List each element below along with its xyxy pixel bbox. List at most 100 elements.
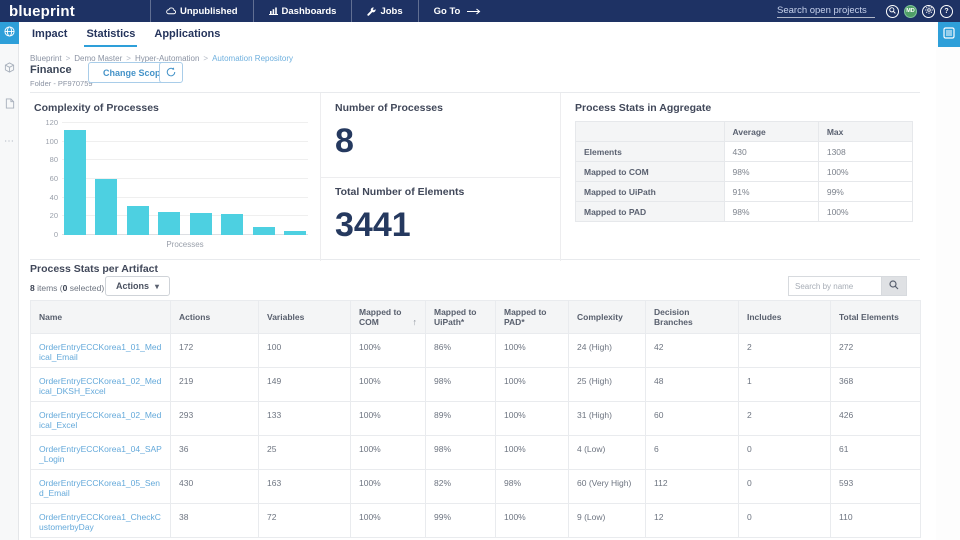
actions-button[interactable]: Actions ▾ [105, 276, 170, 296]
process-link[interactable]: OrderEntryECCKorea1_02_Medical_DKSH_Exce… [39, 376, 161, 396]
tab-applications[interactable]: Applications [152, 25, 222, 47]
right-rail [936, 22, 960, 540]
chart-bar [158, 212, 180, 235]
tab-statistics[interactable]: Statistics [84, 25, 137, 47]
main-content: Impact Statistics Applications Blueprint… [19, 22, 934, 540]
aggregate-max-value: 1308 [818, 142, 912, 162]
column-header-actions[interactable]: Actions [171, 301, 259, 334]
refresh-button[interactable] [159, 62, 183, 83]
nav-jobs[interactable]: Jobs [351, 0, 417, 22]
value-cell: 430 [171, 470, 259, 504]
value-cell: 31 (High) [569, 402, 646, 436]
nav-right: Search open projects MD ? [777, 0, 953, 22]
value-cell: 272 [831, 334, 921, 368]
nav-dashboards[interactable]: Dashboards [253, 0, 352, 22]
value-cell: 38 [171, 504, 259, 538]
column-header-decision-branches[interactable]: Decision Branches [646, 301, 739, 334]
chart-x-axis-label: Processes [62, 240, 308, 249]
process-name-cell: OrderEntryECCKorea1_01_Medical_Email [31, 334, 171, 368]
chevron-down-icon: ▾ [155, 282, 159, 291]
value-cell: 219 [171, 368, 259, 402]
chart-y-tick-label: 20 [34, 211, 58, 220]
process-link[interactable]: OrderEntryECCKorea1_04_SAP_Login [39, 444, 162, 464]
table-row: OrderEntryECCKorea1_04_SAP_Login3625100%… [31, 436, 921, 470]
complexity-chart-plot: 020406080100120 [62, 123, 308, 235]
more-icon: ⋯ [4, 136, 15, 147]
breadcrumb-separator: > [66, 54, 71, 63]
column-header-name[interactable]: Name [31, 301, 171, 334]
app-logo[interactable]: blueprint [9, 3, 75, 20]
value-cell: 60 (Very High) [569, 470, 646, 504]
search-icon [889, 7, 896, 16]
sidebar-item-documents[interactable] [0, 94, 19, 116]
value-cell: 86% [426, 334, 496, 368]
breadcrumb-item-current[interactable]: Automation Repository [212, 54, 293, 63]
aggregate-max-value: 100% [818, 202, 912, 222]
aggregate-col-header: Average [724, 122, 818, 142]
divider [321, 177, 561, 178]
aggregate-max-value: 99% [818, 182, 912, 202]
aggregate-row-label: Mapped to PAD [576, 202, 725, 222]
nav-go-to[interactable]: Go To [418, 0, 497, 22]
search-by-name-input[interactable] [788, 276, 881, 296]
column-header-complexity[interactable]: Complexity [569, 301, 646, 334]
settings-button[interactable] [922, 5, 935, 18]
sidebar-item-explore[interactable] [0, 22, 19, 44]
process-link[interactable]: OrderEntryECCKorea1_CheckCustomerbyDay [39, 512, 161, 532]
search-icon [889, 277, 899, 295]
chart-bar [190, 213, 212, 235]
breadcrumb-item[interactable]: Blueprint [30, 54, 62, 63]
actions-button-label: Actions [116, 281, 149, 291]
breadcrumb-separator: > [203, 54, 208, 63]
process-name-cell: OrderEntryECCKorea1_CheckCustomerbyDay [31, 504, 171, 538]
value-cell: 100% [351, 402, 426, 436]
nav-unpublished[interactable]: Unpublished [150, 0, 253, 22]
process-link[interactable]: OrderEntryECCKorea1_02_Medical_Excel [39, 410, 161, 430]
search-submit-button[interactable] [881, 276, 907, 296]
column-header-total-elements[interactable]: Total Elements [831, 301, 921, 334]
avatar[interactable]: MD [904, 5, 917, 18]
aggregate-max-value: 100% [818, 162, 912, 182]
value-cell: 133 [259, 402, 351, 436]
value-cell: 6 [646, 436, 739, 470]
chart-y-tick-label: 120 [34, 118, 58, 127]
aggregate-row-label: Mapped to COM [576, 162, 725, 182]
artifact-search [788, 276, 907, 296]
chart-bars [64, 130, 306, 235]
chart-bar [95, 179, 117, 235]
value-cell: 100% [351, 368, 426, 402]
process-link[interactable]: OrderEntryECCKorea1_01_Medical_Email [39, 342, 161, 362]
value-cell: 100 [259, 334, 351, 368]
process-link[interactable]: OrderEntryECCKorea1_05_Send_Email [39, 478, 160, 498]
column-header-includes[interactable]: Includes [739, 301, 831, 334]
column-header-mapped-to-com[interactable]: Mapped to COM↑ [351, 301, 426, 334]
value-cell: 42 [646, 334, 739, 368]
sort-asc-icon[interactable]: ↑ [413, 317, 418, 327]
aggregate-row-label: Elements [576, 142, 725, 162]
table-row: OrderEntryECCKorea1_CheckCustomerbyDay 38… [31, 504, 921, 538]
help-button[interactable]: ? [940, 5, 953, 18]
value-cell: 25 [259, 436, 351, 470]
gear-icon [925, 6, 933, 16]
cloud-icon [166, 7, 176, 15]
value-cell: 4 (Low) [569, 436, 646, 470]
column-header-variables[interactable]: Variables [259, 301, 351, 334]
column-header-mapped-to-pad[interactable]: Mapped to PAD* [496, 301, 569, 334]
sidebar-item-packages[interactable] [0, 58, 19, 80]
elements-count-label: Total Number of Elements [335, 186, 464, 198]
sidebar-item-more[interactable]: ⋯ [0, 130, 19, 152]
scope-title: Finance [30, 64, 72, 76]
aggregate-col-header [576, 122, 725, 142]
tab-impact[interactable]: Impact [30, 25, 69, 47]
nav-item-label: Unpublished [180, 6, 238, 17]
value-cell: 100% [351, 334, 426, 368]
panel-toggle-button[interactable] [938, 22, 960, 47]
elements-count-value: 3441 [335, 206, 464, 245]
search-button[interactable] [886, 5, 899, 18]
value-cell: 0 [739, 470, 831, 504]
column-header-mapped-to-uipath[interactable]: Mapped to UiPath* [426, 301, 496, 334]
search-open-projects-input[interactable]: Search open projects [777, 5, 875, 18]
list-icon [943, 26, 955, 44]
table-row: OrderEntryECCKorea1_02_Medical_Excel2931… [31, 402, 921, 436]
aggregate-title: Process Stats in Aggregate [575, 102, 920, 114]
